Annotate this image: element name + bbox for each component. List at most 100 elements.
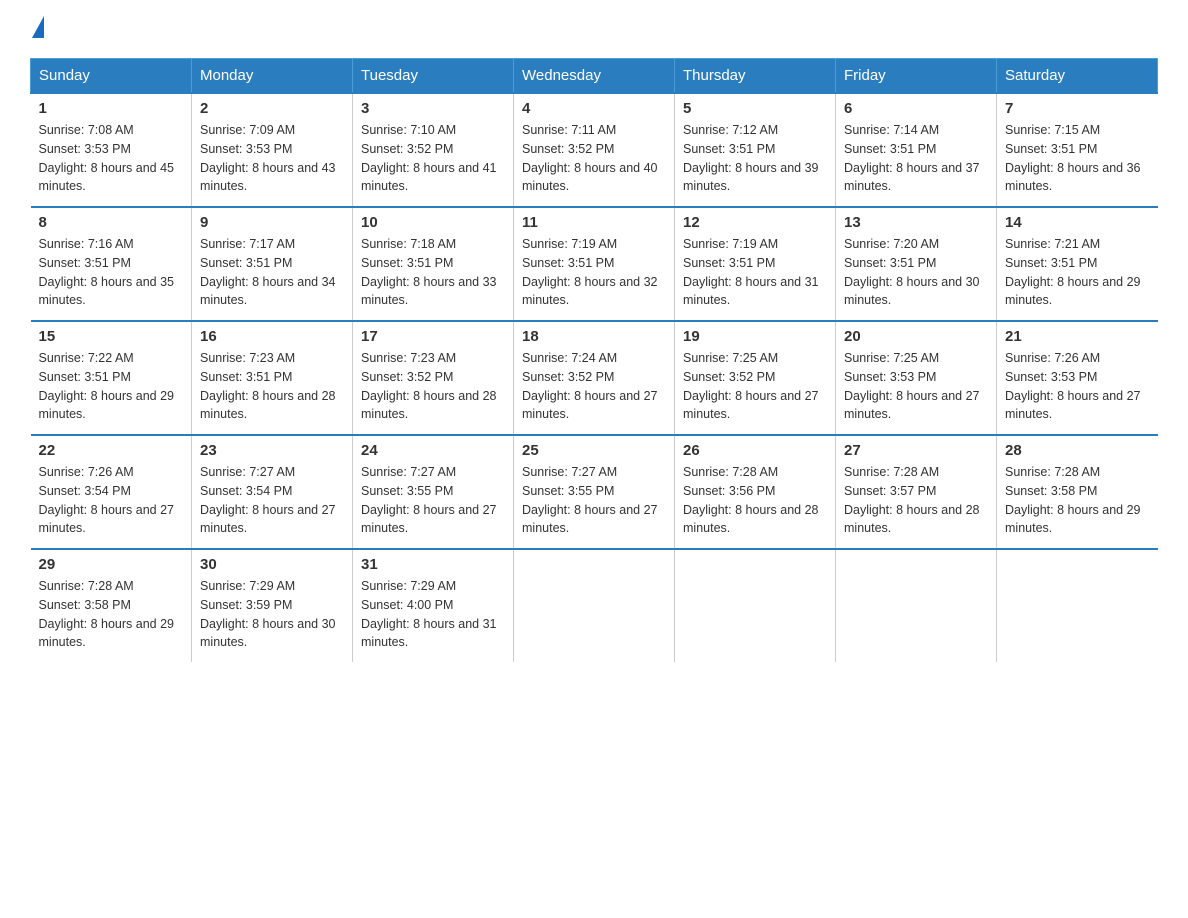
day-sun-info: Sunrise: 7:23 AMSunset: 3:51 PMDaylight:…	[200, 349, 344, 424]
calendar-cell: 6 Sunrise: 7:14 AMSunset: 3:51 PMDaylight…	[836, 93, 997, 207]
calendar-cell: 14Sunrise: 7:21 AMSunset: 3:51 PMDayligh…	[997, 207, 1158, 321]
calendar-cell: 22 Sunrise: 7:26 AMSunset: 3:54 PMDayligh…	[31, 435, 192, 549]
day-sun-info: Sunrise: 7:11 AMSunset: 3:52 PMDaylight:…	[522, 121, 666, 196]
day-number: 10	[361, 214, 505, 231]
calendar-week-row: 1 Sunrise: 7:08 AMSunset: 3:53 PMDaylight…	[31, 93, 1158, 207]
day-sun-info: Sunrise: 7:19 AMSunset: 3:51 PMDaylight:…	[522, 235, 666, 310]
day-sun-info: Sunrise: 7:12 AMSunset: 3:51 PMDaylight:…	[683, 121, 827, 196]
calendar-cell: 23Sunrise: 7:27 AMSunset: 3:54 PMDayligh…	[192, 435, 353, 549]
day-number: 3	[361, 100, 505, 117]
day-number: 2	[200, 100, 344, 117]
weekday-header-saturday: Saturday	[997, 59, 1158, 94]
day-number: 16	[200, 328, 344, 345]
calendar-cell: 20 Sunrise: 7:25 AMSunset: 3:53 PMDayligh…	[836, 321, 997, 435]
day-number: 4	[522, 100, 666, 117]
day-number: 13	[844, 214, 988, 231]
day-sun-info: Sunrise: 7:26 AMSunset: 3:53 PMDaylight:…	[1005, 349, 1150, 424]
day-sun-info: Sunrise: 7:20 AMSunset: 3:51 PMDaylight:…	[844, 235, 988, 310]
calendar-week-row: 29Sunrise: 7:28 AMSunset: 3:58 PMDayligh…	[31, 549, 1158, 662]
day-sun-info: Sunrise: 7:18 AMSunset: 3:51 PMDaylight:…	[361, 235, 505, 310]
calendar-cell: 11 Sunrise: 7:19 AMSunset: 3:51 PMDayligh…	[514, 207, 675, 321]
calendar-cell: 5 Sunrise: 7:12 AMSunset: 3:51 PMDaylight…	[675, 93, 836, 207]
day-number: 30	[200, 556, 344, 573]
day-number: 14	[1005, 214, 1150, 231]
calendar-cell: 4 Sunrise: 7:11 AMSunset: 3:52 PMDaylight…	[514, 93, 675, 207]
calendar-cell: 26Sunrise: 7:28 AMSunset: 3:56 PMDayligh…	[675, 435, 836, 549]
logo	[30, 20, 44, 38]
day-number: 5	[683, 100, 827, 117]
calendar-cell: 15 Sunrise: 7:22 AMSunset: 3:51 PMDayligh…	[31, 321, 192, 435]
weekday-header-sunday: Sunday	[31, 59, 192, 94]
day-number: 8	[39, 214, 184, 231]
calendar-cell: 3 Sunrise: 7:10 AMSunset: 3:52 PMDaylight…	[353, 93, 514, 207]
calendar-cell: 7 Sunrise: 7:15 AMSunset: 3:51 PMDaylight…	[997, 93, 1158, 207]
day-sun-info: Sunrise: 7:09 AMSunset: 3:53 PMDaylight:…	[200, 121, 344, 196]
day-number: 1	[39, 100, 184, 117]
day-number: 7	[1005, 100, 1150, 117]
calendar-cell	[514, 549, 675, 662]
day-number: 21	[1005, 328, 1150, 345]
day-sun-info: Sunrise: 7:28 AMSunset: 3:57 PMDaylight:…	[844, 463, 988, 538]
calendar-cell: 8 Sunrise: 7:16 AMSunset: 3:51 PMDaylight…	[31, 207, 192, 321]
day-number: 25	[522, 442, 666, 459]
day-number: 27	[844, 442, 988, 459]
calendar-cell	[675, 549, 836, 662]
day-sun-info: Sunrise: 7:28 AMSunset: 3:58 PMDaylight:…	[39, 577, 184, 652]
day-number: 24	[361, 442, 505, 459]
day-number: 20	[844, 328, 988, 345]
day-sun-info: Sunrise: 7:23 AMSunset: 3:52 PMDaylight:…	[361, 349, 505, 424]
day-sun-info: Sunrise: 7:25 AMSunset: 3:53 PMDaylight:…	[844, 349, 988, 424]
day-number: 15	[39, 328, 184, 345]
day-number: 6	[844, 100, 988, 117]
day-sun-info: Sunrise: 7:17 AMSunset: 3:51 PMDaylight:…	[200, 235, 344, 310]
calendar-cell: 31Sunrise: 7:29 AMSunset: 4:00 PMDayligh…	[353, 549, 514, 662]
calendar-week-row: 8 Sunrise: 7:16 AMSunset: 3:51 PMDaylight…	[31, 207, 1158, 321]
calendar-table: SundayMondayTuesdayWednesdayThursdayFrid…	[30, 58, 1158, 662]
day-number: 28	[1005, 442, 1150, 459]
day-sun-info: Sunrise: 7:14 AMSunset: 3:51 PMDaylight:…	[844, 121, 988, 196]
day-number: 17	[361, 328, 505, 345]
day-number: 22	[39, 442, 184, 459]
calendar-cell: 2 Sunrise: 7:09 AMSunset: 3:53 PMDaylight…	[192, 93, 353, 207]
calendar-cell: 19Sunrise: 7:25 AMSunset: 3:52 PMDayligh…	[675, 321, 836, 435]
calendar-cell: 16 Sunrise: 7:23 AMSunset: 3:51 PMDayligh…	[192, 321, 353, 435]
weekday-header-row: SundayMondayTuesdayWednesdayThursdayFrid…	[31, 59, 1158, 94]
calendar-cell: 27 Sunrise: 7:28 AMSunset: 3:57 PMDayligh…	[836, 435, 997, 549]
day-sun-info: Sunrise: 7:28 AMSunset: 3:58 PMDaylight:…	[1005, 463, 1150, 538]
day-number: 11	[522, 214, 666, 231]
day-sun-info: Sunrise: 7:29 AMSunset: 4:00 PMDaylight:…	[361, 577, 505, 652]
day-number: 12	[683, 214, 827, 231]
day-sun-info: Sunrise: 7:16 AMSunset: 3:51 PMDaylight:…	[39, 235, 184, 310]
day-sun-info: Sunrise: 7:15 AMSunset: 3:51 PMDaylight:…	[1005, 121, 1150, 196]
weekday-header-thursday: Thursday	[675, 59, 836, 94]
calendar-cell: 12 Sunrise: 7:19 AMSunset: 3:51 PMDayligh…	[675, 207, 836, 321]
day-sun-info: Sunrise: 7:27 AMSunset: 3:55 PMDaylight:…	[522, 463, 666, 538]
day-sun-info: Sunrise: 7:08 AMSunset: 3:53 PMDaylight:…	[39, 121, 184, 196]
page-header	[30, 20, 1158, 38]
weekday-header-tuesday: Tuesday	[353, 59, 514, 94]
day-number: 9	[200, 214, 344, 231]
day-number: 18	[522, 328, 666, 345]
day-sun-info: Sunrise: 7:10 AMSunset: 3:52 PMDaylight:…	[361, 121, 505, 196]
calendar-week-row: 22 Sunrise: 7:26 AMSunset: 3:54 PMDayligh…	[31, 435, 1158, 549]
calendar-cell: 30 Sunrise: 7:29 AMSunset: 3:59 PMDayligh…	[192, 549, 353, 662]
day-sun-info: Sunrise: 7:28 AMSunset: 3:56 PMDaylight:…	[683, 463, 827, 538]
day-sun-info: Sunrise: 7:22 AMSunset: 3:51 PMDaylight:…	[39, 349, 184, 424]
day-sun-info: Sunrise: 7:19 AMSunset: 3:51 PMDaylight:…	[683, 235, 827, 310]
day-sun-info: Sunrise: 7:26 AMSunset: 3:54 PMDaylight:…	[39, 463, 184, 538]
calendar-cell: 21 Sunrise: 7:26 AMSunset: 3:53 PMDayligh…	[997, 321, 1158, 435]
day-sun-info: Sunrise: 7:27 AMSunset: 3:55 PMDaylight:…	[361, 463, 505, 538]
calendar-cell: 1 Sunrise: 7:08 AMSunset: 3:53 PMDaylight…	[31, 93, 192, 207]
calendar-cell	[997, 549, 1158, 662]
calendar-cell: 13 Sunrise: 7:20 AMSunset: 3:51 PMDayligh…	[836, 207, 997, 321]
calendar-cell	[836, 549, 997, 662]
calendar-week-row: 15 Sunrise: 7:22 AMSunset: 3:51 PMDayligh…	[31, 321, 1158, 435]
weekday-header-friday: Friday	[836, 59, 997, 94]
weekday-header-monday: Monday	[192, 59, 353, 94]
calendar-cell: 29Sunrise: 7:28 AMSunset: 3:58 PMDayligh…	[31, 549, 192, 662]
calendar-cell: 10 Sunrise: 7:18 AMSunset: 3:51 PMDayligh…	[353, 207, 514, 321]
day-sun-info: Sunrise: 7:29 AMSunset: 3:59 PMDaylight:…	[200, 577, 344, 652]
day-sun-info: Sunrise: 7:27 AMSunset: 3:54 PMDaylight:…	[200, 463, 344, 538]
calendar-cell: 24 Sunrise: 7:27 AMSunset: 3:55 PMDayligh…	[353, 435, 514, 549]
calendar-cell: 9 Sunrise: 7:17 AMSunset: 3:51 PMDaylight…	[192, 207, 353, 321]
